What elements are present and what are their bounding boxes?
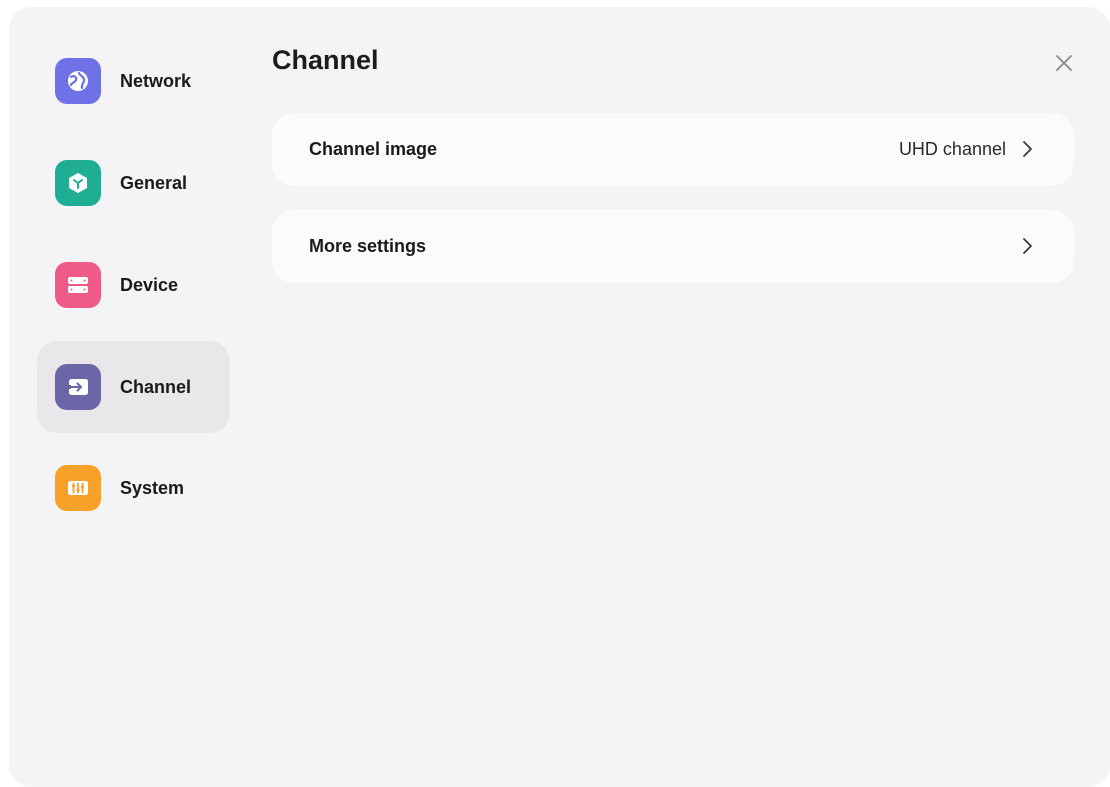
- sidebar-item-label: Channel: [120, 377, 192, 397]
- sidebar-item-general[interactable]: General: [37, 137, 230, 229]
- system-sliders-icon: [55, 465, 101, 511]
- network-globe-icon: [55, 58, 101, 104]
- sidebar-item-label: Network: [120, 71, 192, 91]
- channel-input-icon: [55, 364, 101, 410]
- sidebar: Network General Device Channel System: [9, 7, 249, 787]
- channel-image-value: UHD channel: [898, 139, 1006, 159]
- sidebar-item-channel[interactable]: Channel: [37, 341, 230, 433]
- sidebar-item-label: System: [120, 478, 185, 498]
- sidebar-item-label: General: [120, 173, 188, 193]
- sidebar-item-network[interactable]: Network: [37, 35, 230, 127]
- close-icon: [1056, 55, 1072, 71]
- general-cube-icon: [55, 160, 101, 206]
- more-settings-label: More settings: [309, 236, 427, 256]
- more-settings-row[interactable]: More settings: [272, 210, 1074, 283]
- sidebar-item-label: Device: [120, 275, 179, 295]
- device-server-icon: [55, 262, 101, 308]
- sidebar-item-device[interactable]: Device: [37, 239, 230, 331]
- channel-image-label: Channel image: [309, 139, 438, 159]
- page-title: Channel: [272, 45, 379, 75]
- channel-image-row[interactable]: Channel image UHD channel: [272, 113, 1074, 186]
- close-button[interactable]: [1052, 51, 1076, 75]
- sidebar-item-system[interactable]: System: [37, 442, 230, 534]
- chevron-right-icon: [1023, 141, 1032, 157]
- settings-window: Network General Device Channel System Ch…: [9, 7, 1110, 787]
- chevron-right-icon: [1023, 238, 1032, 254]
